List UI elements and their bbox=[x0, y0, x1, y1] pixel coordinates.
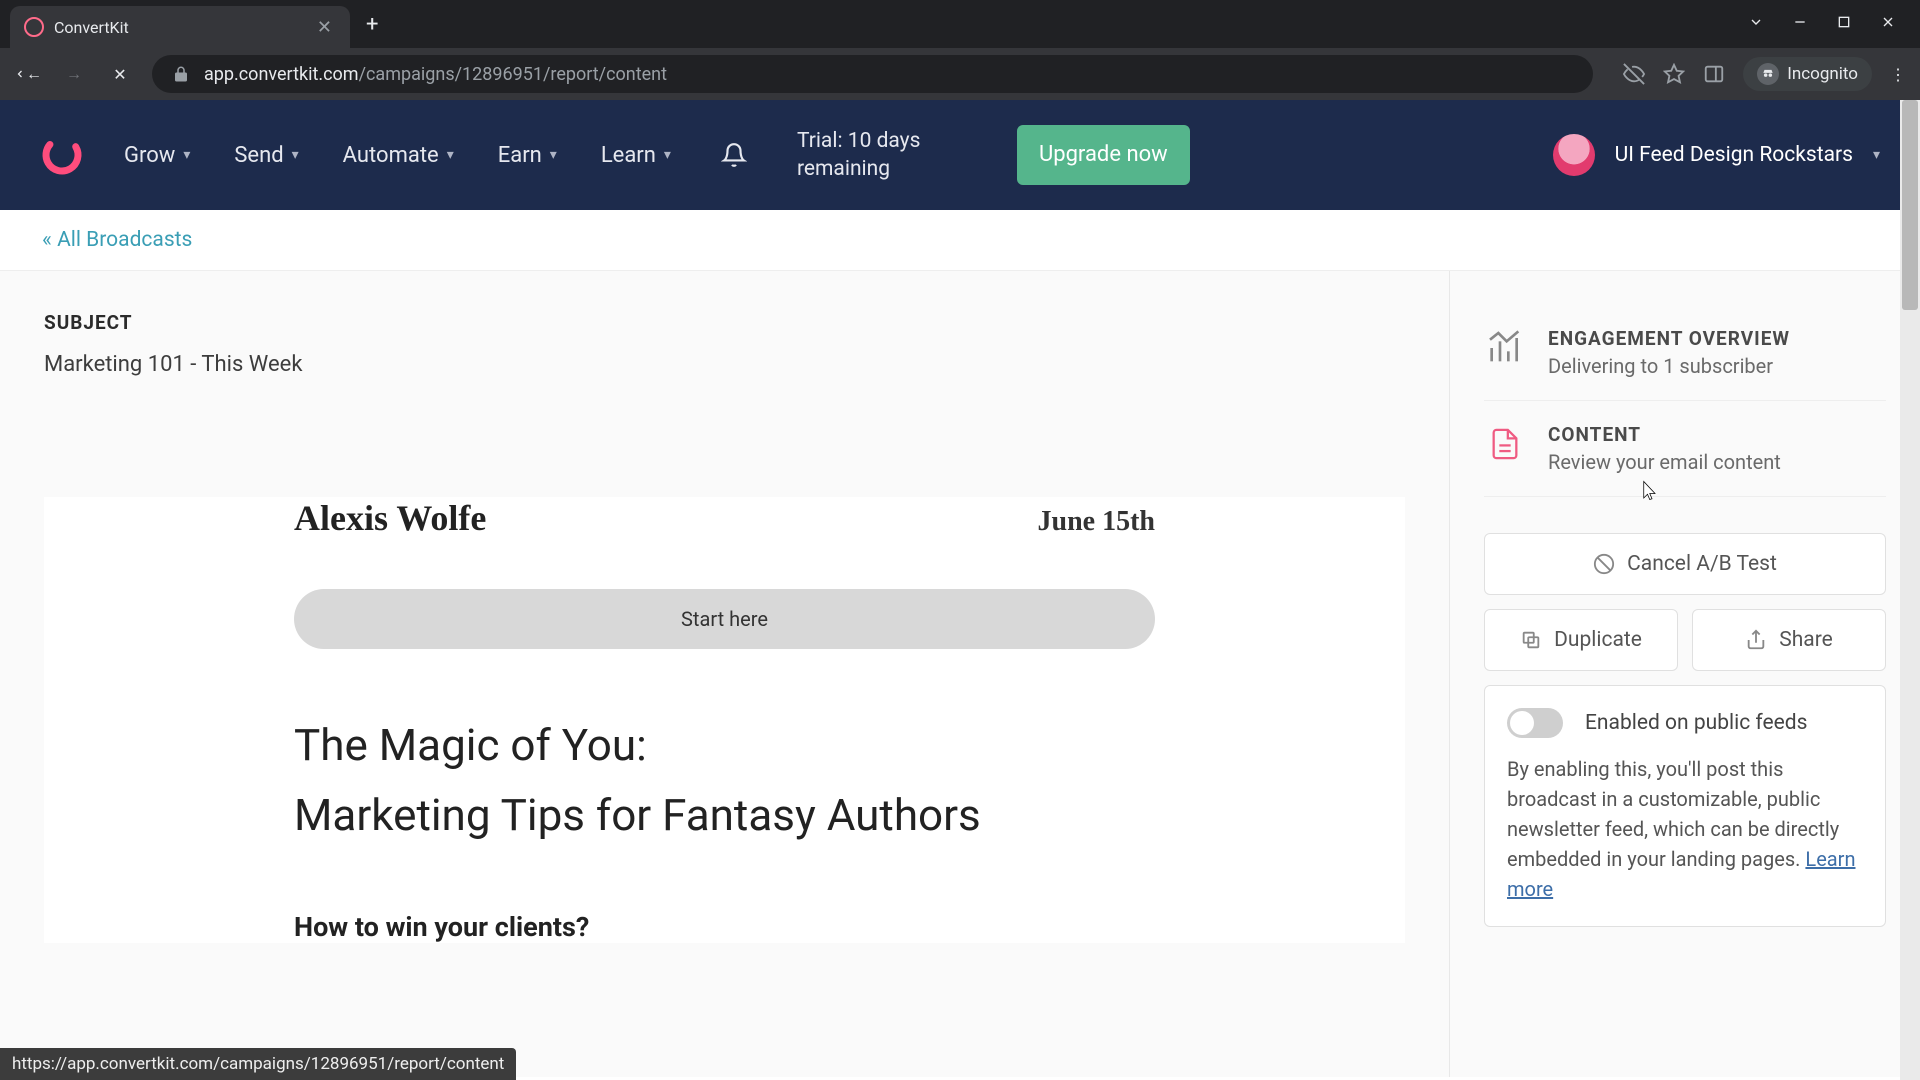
sidebar: ENGAGEMENT OVERVIEW Delivering to 1 subs… bbox=[1450, 271, 1920, 1077]
back-all-broadcasts-link[interactable]: « All Broadcasts bbox=[42, 228, 192, 252]
new-tab-button[interactable]: + bbox=[366, 12, 378, 37]
preview-subhead: How to win your clients? bbox=[294, 911, 1155, 943]
copy-icon bbox=[1520, 629, 1542, 651]
tab-search-icon[interactable] bbox=[1748, 14, 1764, 34]
minimize-icon[interactable] bbox=[1792, 14, 1808, 34]
cancel-icon bbox=[1593, 553, 1615, 575]
sidebar-engagement-overview[interactable]: ENGAGEMENT OVERVIEW Delivering to 1 subs… bbox=[1484, 305, 1886, 401]
app-header: Grow▾ Send▾ Automate▾ Earn▾ Learn▾ Trial… bbox=[0, 100, 1920, 210]
share-button[interactable]: Share bbox=[1692, 609, 1886, 671]
subject-label: SUBJECT bbox=[44, 311, 1405, 334]
nav-send[interactable]: Send▾ bbox=[234, 143, 298, 168]
sidebar-content[interactable]: CONTENT Review your email content bbox=[1484, 401, 1886, 497]
kebab-menu-icon[interactable]: ⋮ bbox=[1890, 65, 1906, 84]
sub-header: « All Broadcasts bbox=[0, 210, 1920, 271]
chevron-down-icon[interactable]: ▾ bbox=[1873, 147, 1880, 163]
account-name[interactable]: UI Feed Design Rockstars bbox=[1615, 141, 1853, 169]
start-here-button[interactable]: Start here bbox=[294, 589, 1155, 649]
close-window-icon[interactable] bbox=[1880, 14, 1896, 34]
chevron-down-icon: ▾ bbox=[183, 147, 190, 163]
upgrade-button[interactable]: Upgrade now bbox=[1017, 125, 1190, 185]
notifications-bell-icon[interactable] bbox=[721, 142, 747, 168]
panel-icon[interactable] bbox=[1703, 63, 1725, 85]
preview-author: Alexis Wolfe bbox=[294, 497, 486, 539]
sidebar-engagement-sub: Delivering to 1 subscriber bbox=[1548, 354, 1790, 378]
public-feeds-toggle[interactable] bbox=[1507, 708, 1563, 738]
sidebar-engagement-title: ENGAGEMENT OVERVIEW bbox=[1548, 327, 1790, 350]
eye-off-icon[interactable] bbox=[1623, 63, 1645, 85]
favicon-icon bbox=[24, 17, 44, 37]
chevron-down-icon: ▾ bbox=[664, 147, 671, 163]
lock-icon bbox=[170, 63, 192, 85]
cancel-ab-test-button[interactable]: Cancel A/B Test bbox=[1484, 533, 1886, 595]
nav-grow[interactable]: Grow▾ bbox=[124, 143, 190, 168]
sidebar-content-sub: Review your email content bbox=[1548, 450, 1781, 474]
share-icon bbox=[1745, 629, 1767, 651]
preview-headline-2: Marketing Tips for Fantasy Authors bbox=[294, 789, 1155, 841]
incognito-label: Incognito bbox=[1787, 64, 1858, 84]
nav-earn[interactable]: Earn▾ bbox=[498, 143, 557, 168]
chart-icon bbox=[1484, 327, 1526, 369]
chevron-down-icon: ▾ bbox=[292, 147, 299, 163]
tab-bar: ConvertKit ✕ + bbox=[0, 0, 1920, 48]
browser-tab[interactable]: ConvertKit ✕ bbox=[10, 6, 350, 48]
subject-value: Marketing 101 - This Week bbox=[44, 352, 1405, 377]
address-bar: ← → ✕ app.convertkit.com/campaigns/12896… bbox=[0, 48, 1920, 100]
email-preview: Alexis Wolfe June 15th Start here The Ma… bbox=[44, 497, 1405, 943]
public-feeds-desc: By enabling this, you'll post this broad… bbox=[1507, 754, 1863, 904]
duplicate-button[interactable]: Duplicate bbox=[1484, 609, 1678, 671]
document-icon bbox=[1484, 423, 1526, 465]
vertical-scrollbar[interactable] bbox=[1900, 100, 1920, 1080]
nav-learn[interactable]: Learn▾ bbox=[601, 143, 671, 168]
trial-status: Trial: 10 days remaining bbox=[797, 127, 977, 184]
forward-button[interactable]: → bbox=[60, 60, 88, 88]
maximize-icon[interactable] bbox=[1836, 14, 1852, 34]
public-feeds-label: Enabled on public feeds bbox=[1585, 711, 1807, 735]
avatar[interactable] bbox=[1553, 134, 1595, 176]
incognito-icon bbox=[1757, 63, 1779, 85]
sidebar-content-title: CONTENT bbox=[1548, 423, 1781, 446]
url-field[interactable]: app.convertkit.com/campaigns/12896951/re… bbox=[152, 55, 1593, 93]
tab-title: ConvertKit bbox=[54, 18, 313, 37]
star-icon[interactable] bbox=[1663, 63, 1685, 85]
preview-headline-1: The Magic of You: bbox=[294, 719, 1155, 771]
back-button[interactable]: ← bbox=[14, 60, 42, 88]
chevron-down-icon: ▾ bbox=[447, 147, 454, 163]
chevron-down-icon: ▾ bbox=[550, 147, 557, 163]
url-text: app.convertkit.com/campaigns/12896951/re… bbox=[204, 64, 667, 85]
public-feeds-card: Enabled on public feeds By enabling this… bbox=[1484, 685, 1886, 927]
convertkit-logo-icon[interactable] bbox=[40, 133, 84, 177]
close-tab-icon[interactable]: ✕ bbox=[313, 17, 336, 38]
reload-button[interactable]: ✕ bbox=[106, 60, 134, 88]
incognito-badge[interactable]: Incognito bbox=[1743, 57, 1872, 91]
status-bar: https://app.convertkit.com/campaigns/128… bbox=[0, 1048, 516, 1080]
main-content: SUBJECT Marketing 101 - This Week Alexis… bbox=[0, 271, 1450, 1077]
preview-date: June 15th bbox=[1038, 506, 1155, 538]
nav-automate[interactable]: Automate▾ bbox=[343, 143, 454, 168]
